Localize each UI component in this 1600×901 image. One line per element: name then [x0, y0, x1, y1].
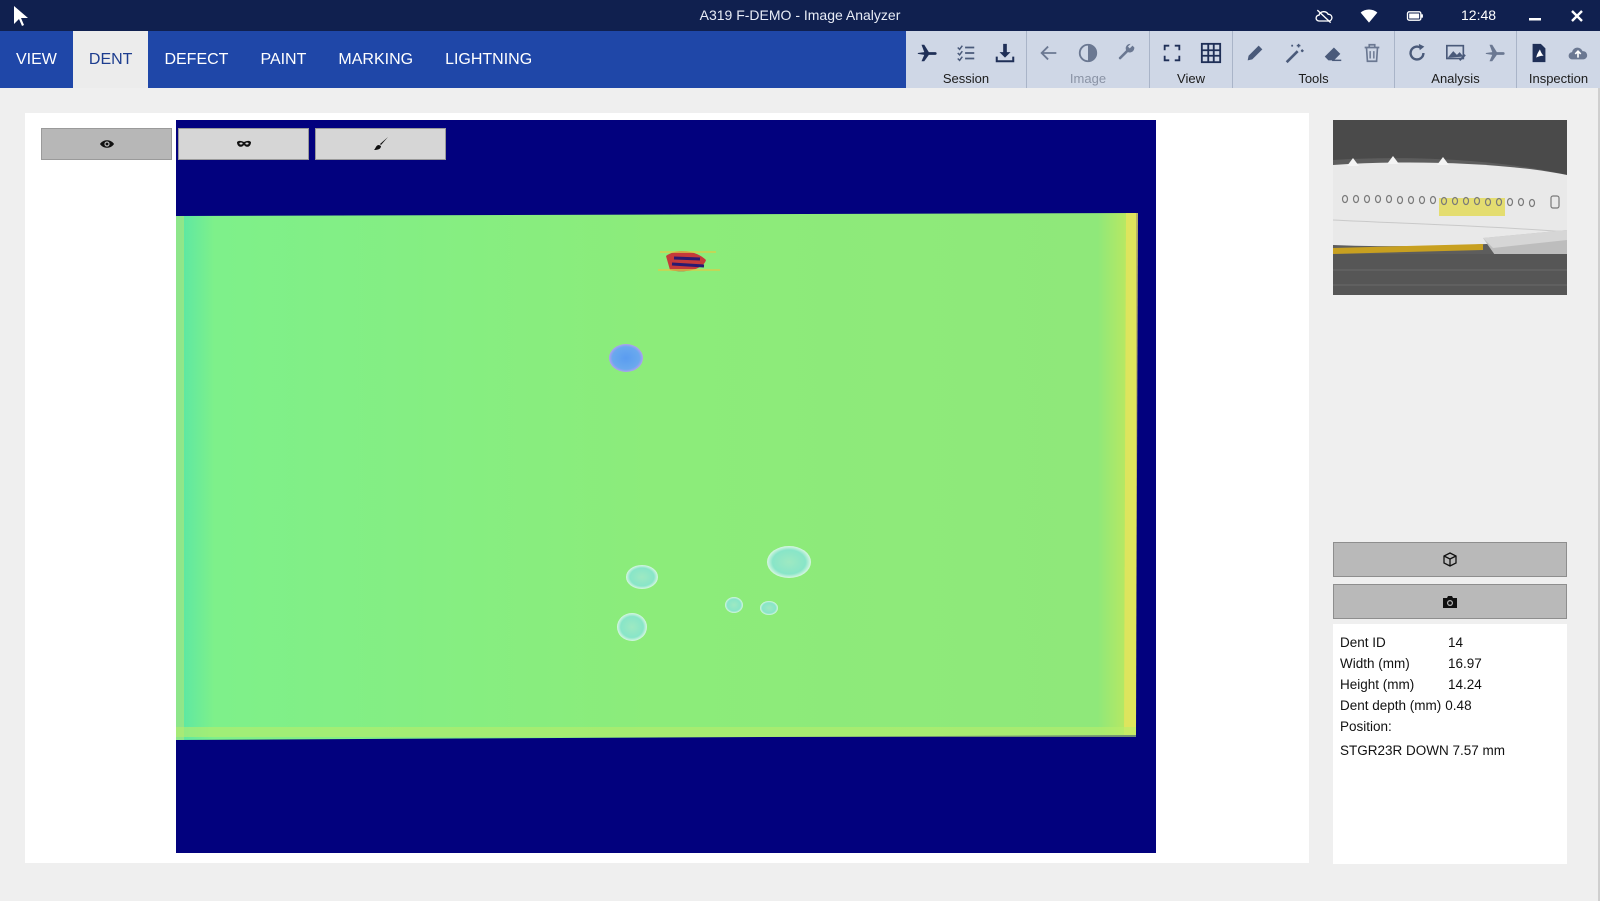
eye-icon — [99, 140, 114, 148]
mask-icon — [236, 140, 251, 147]
dent-id-value: 14 — [1448, 635, 1464, 650]
brush-icon — [373, 137, 388, 150]
toolbar-group-analysis: Analysis — [1395, 31, 1517, 88]
wrench-icon[interactable] — [1111, 39, 1144, 67]
minimize-icon[interactable] — [1524, 5, 1546, 27]
brush-mode-button[interactable] — [315, 128, 446, 160]
toolbar-group-label: Analysis — [1431, 71, 1480, 86]
tab-marking[interactable]: MARKING — [322, 31, 429, 88]
dent-width-row: Width (mm) 16.97 — [1340, 653, 1560, 674]
toolbar-group-label: Image — [1069, 71, 1107, 86]
snapshot-button[interactable] — [1333, 584, 1567, 619]
toolbar: Session Image View Tools Analysis Inspec… — [906, 31, 1600, 88]
panel-edge-right — [1124, 213, 1138, 735]
trash-icon[interactable] — [1356, 39, 1389, 67]
toolbar-group-session: Session — [906, 31, 1027, 88]
toolbar-group-label: Tools — [1298, 71, 1329, 86]
dent-width-value: 16.97 — [1448, 656, 1482, 671]
eraser-icon[interactable] — [1317, 39, 1350, 67]
3d-view-button[interactable] — [1333, 542, 1567, 577]
aircraft-thumbnail[interactable] — [1333, 120, 1567, 295]
dent-depth-row: Dent depth (mm) 0.48 — [1340, 695, 1560, 716]
tab-bar: VIEW DENT DEFECT PAINT MARKING LIGHTNING — [0, 31, 548, 88]
dent-id-label: Dent ID — [1340, 635, 1386, 650]
panel-surface — [176, 213, 1136, 740]
wifi-icon — [1360, 9, 1378, 23]
dent-marker[interactable] — [760, 601, 778, 615]
image-chart-icon[interactable] — [1439, 39, 1472, 67]
dent-depth-label: Dent depth (mm) — [1340, 698, 1442, 713]
dent-position-row: Position: — [1340, 716, 1560, 737]
dent-marker[interactable] — [725, 597, 743, 613]
grid-icon[interactable] — [1194, 39, 1227, 67]
dent-depth-value: 0.48 — [1445, 698, 1472, 713]
fullscreen-icon[interactable] — [1155, 39, 1188, 67]
dent-position-value: STGR23R DOWN 7.57 mm — [1340, 743, 1506, 758]
camera-icon — [1443, 595, 1457, 608]
battery-icon — [1406, 11, 1423, 21]
toolbar-group-label: Session — [942, 71, 990, 86]
panel-edge-bottom — [176, 727, 1136, 737]
tab-view[interactable]: VIEW — [0, 31, 73, 88]
panel-edge-left — [176, 216, 184, 740]
dent-id-row: Dent ID 14 — [1340, 632, 1560, 653]
toolbar-group-view: View — [1150, 31, 1233, 88]
dent-position-label: Position: — [1340, 719, 1392, 734]
dent-marker[interactable] — [767, 546, 811, 578]
magic-wand-icon[interactable] — [1278, 39, 1311, 67]
dent-height-value: 14.24 — [1448, 677, 1482, 692]
tab-defect[interactable]: DEFECT — [148, 31, 244, 88]
tab-paint[interactable]: PAINT — [244, 31, 322, 88]
dent-marker[interactable] — [609, 344, 643, 372]
checklist-icon[interactable] — [950, 39, 983, 67]
cube-icon — [1443, 551, 1457, 567]
plane-icon[interactable] — [911, 39, 944, 67]
arrow-left-icon[interactable] — [1033, 39, 1066, 67]
dent-marker[interactable] — [617, 613, 647, 641]
dent-marker[interactable] — [626, 565, 658, 589]
pdf-icon[interactable] — [1523, 39, 1556, 67]
tab-dent[interactable]: DENT — [72, 31, 149, 88]
dent-width-label: Width (mm) — [1340, 656, 1410, 671]
toolbar-group-inspection: Inspection — [1517, 31, 1600, 88]
download-icon[interactable] — [989, 39, 1022, 67]
mask-mode-button[interactable] — [178, 128, 309, 160]
dent-height-row: Height (mm) 14.24 — [1340, 674, 1560, 695]
clock: 12:48 — [1461, 7, 1497, 23]
close-icon[interactable] — [1566, 5, 1588, 27]
tab-lightning[interactable]: LIGHTNING — [429, 31, 548, 88]
toolbar-group-label: View — [1177, 71, 1205, 86]
cloud-upload-icon[interactable] — [1562, 39, 1595, 67]
view-mode-button[interactable] — [41, 128, 172, 160]
title-bar: A319 F-DEMO - Image Analyzer 12:48 — [0, 0, 1600, 31]
pencil-icon[interactable] — [1239, 39, 1272, 67]
toolbar-group-label: Inspection — [1528, 71, 1589, 86]
dent-info-panel: Dent ID 14 Width (mm) 16.97 Height (mm) … — [1333, 624, 1567, 864]
toolbar-group-image: Image — [1027, 31, 1150, 88]
ribbon: VIEW DENT DEFECT PAINT MARKING LIGHTNING… — [0, 31, 1600, 88]
dent-height-label: Height (mm) — [1340, 677, 1415, 692]
toolbar-group-tools: Tools — [1233, 31, 1395, 88]
refresh-icon[interactable] — [1400, 39, 1433, 67]
plane-analysis-icon[interactable] — [1478, 39, 1511, 67]
scan-image[interactable] — [176, 120, 1156, 853]
cloud-offline-icon — [1315, 9, 1333, 24]
contrast-icon[interactable] — [1072, 39, 1105, 67]
